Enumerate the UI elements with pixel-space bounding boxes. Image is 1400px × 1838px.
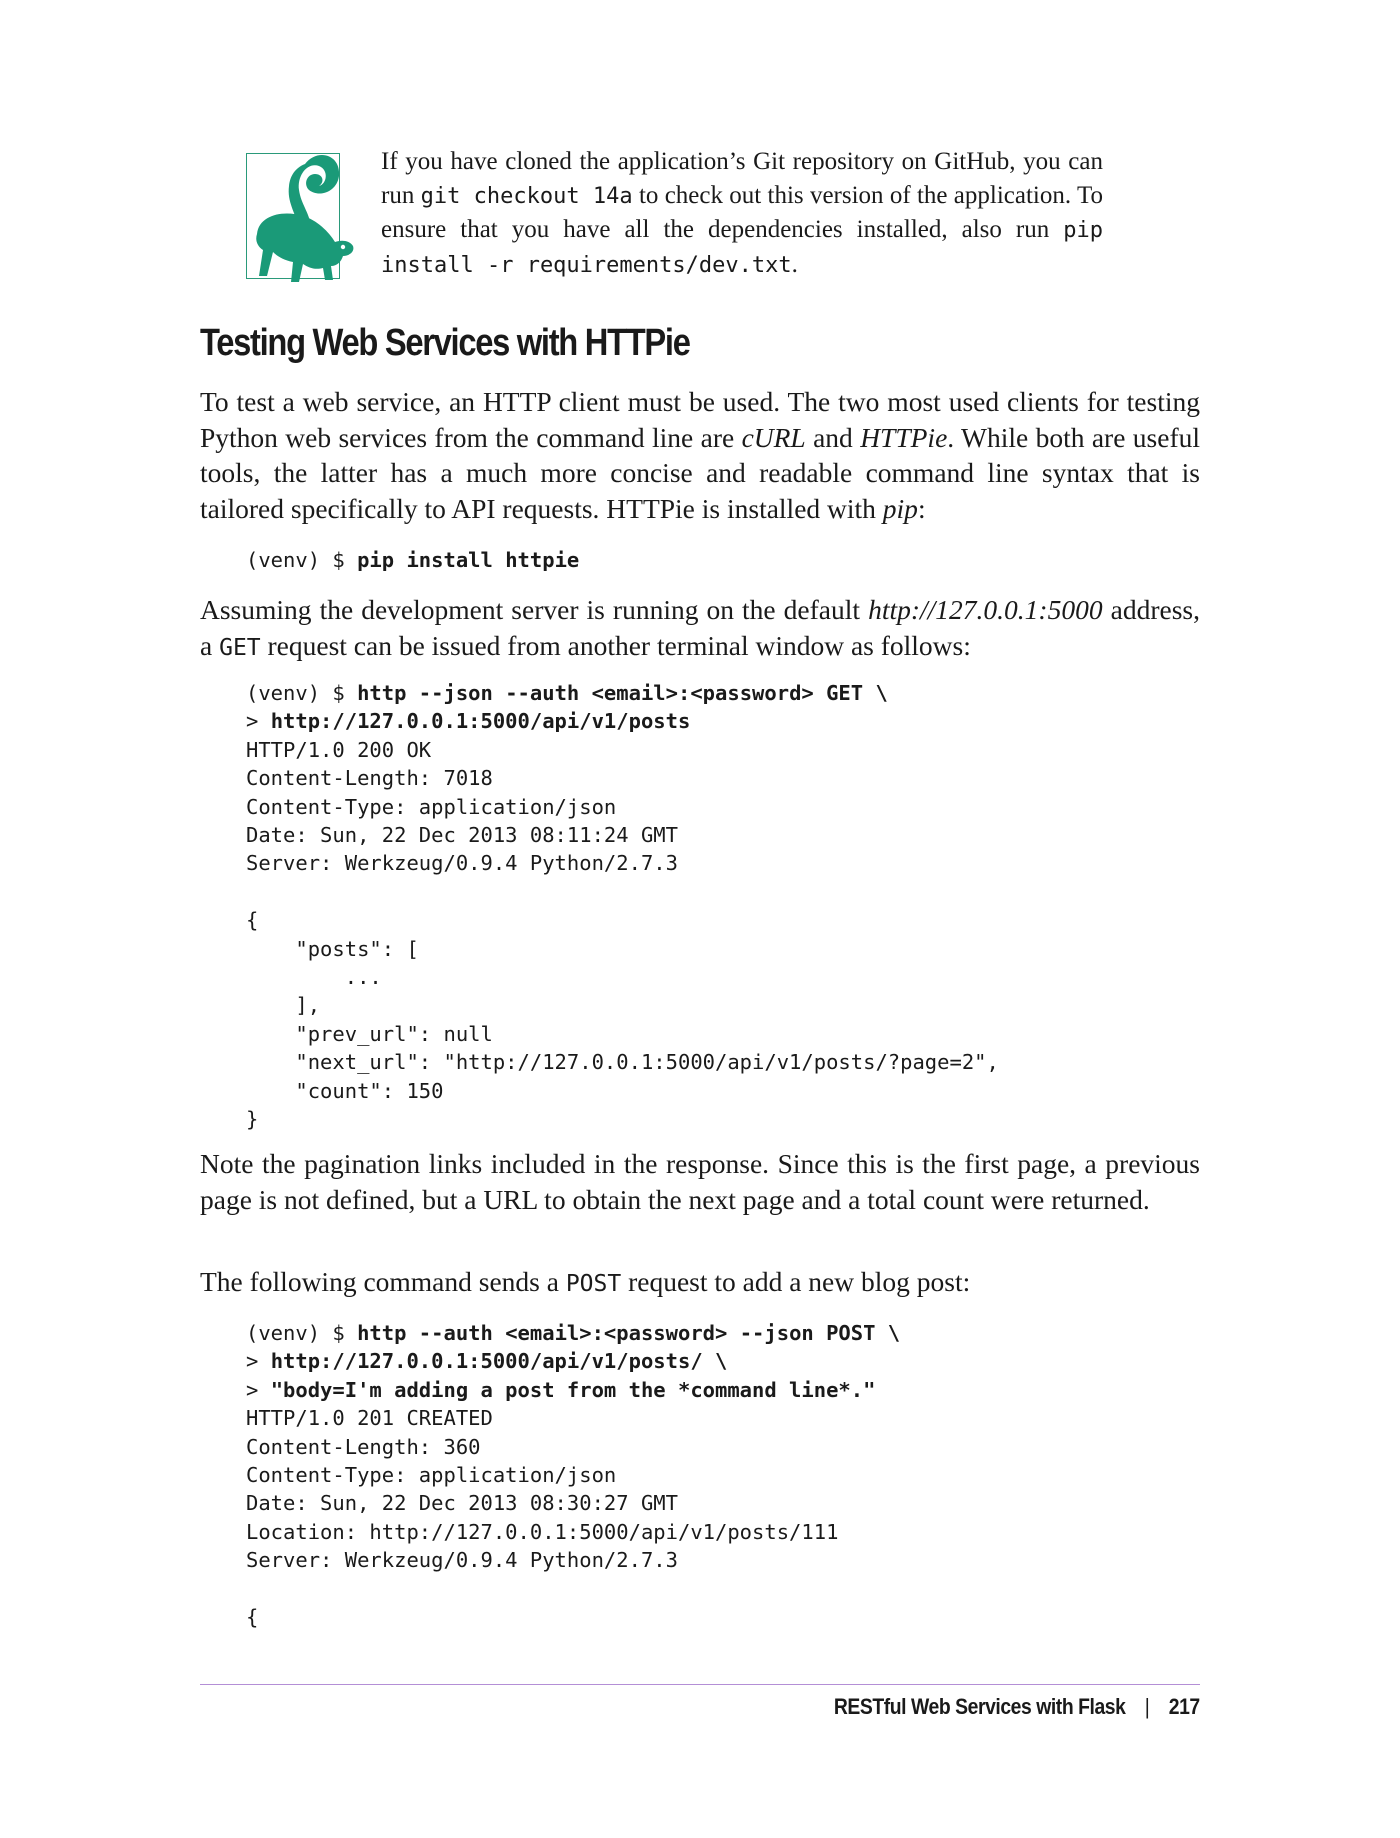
shell-command: "body=I'm adding a post from the *comman…: [270, 1377, 876, 1402]
http-response-output: HTTP/1.0 200 OK Content-Length: 7018 Con…: [246, 737, 999, 1132]
footer-rule: [200, 1684, 1200, 1685]
tip-icon-frame: [246, 153, 354, 282]
text: request to add a new blog post:: [621, 1266, 971, 1297]
inline-code-get: GET: [219, 634, 261, 661]
footer-separator: |: [1145, 1694, 1150, 1719]
running-footer-chapter: RESTful Web Services with Flask: [834, 1694, 1126, 1719]
shell-continuation: >: [246, 709, 271, 734]
tip-code-git-checkout: git checkout 14a: [420, 183, 633, 209]
http-response-output: HTTP/1.0 201 CREATED Content-Length: 360…: [246, 1406, 839, 1630]
code-block-get: (venv) $ http --json --auth <email>:<pas…: [246, 679, 999, 1134]
shell-continuation: >: [246, 1377, 271, 1402]
page-footer: RESTful Web Services with Flask | 217: [834, 1694, 1200, 1720]
emphasis-url: http://127.0.0.1:5000: [868, 594, 1103, 625]
shell-continuation: >: [246, 1349, 271, 1374]
emphasis-httpie: HTTPie: [860, 421, 948, 453]
code-block-install: (venv) $ pip install httpie: [246, 546, 579, 574]
text: Assuming the development server is runni…: [200, 594, 869, 625]
page-number: 217: [1169, 1694, 1200, 1719]
emphasis-pip: pip: [882, 492, 918, 524]
text: :: [917, 492, 926, 524]
paragraph-pagination: Note the pagination links included in th…: [200, 1148, 1200, 1215]
text: and: [805, 421, 861, 453]
tip-text: If you have cloned the application’s Git…: [381, 145, 1103, 282]
shell-command: http://127.0.0.1:5000/api/v1/posts/ \: [270, 1349, 728, 1374]
shell-prompt: (venv) $: [246, 1321, 358, 1345]
text: request can be issued from another termi…: [260, 629, 971, 661]
shell-prompt: (venv) $: [246, 681, 358, 705]
shell-command: http --json --auth <email>:<password> GE…: [357, 681, 888, 705]
tip-text-part: .: [791, 250, 798, 278]
book-page: If you have cloned the application’s Git…: [0, 0, 1400, 1838]
inline-code-post: POST: [565, 1271, 622, 1297]
shell-prompt: (venv) $: [246, 548, 358, 572]
text: The following command sends a: [200, 1266, 566, 1297]
shell-command: pip install httpie: [357, 548, 580, 572]
emphasis-curl: cURL: [741, 421, 806, 453]
tip-box: If you have cloned the application’s Git…: [246, 145, 1104, 295]
code-block-post: (venv) $ http --auth <email>:<password> …: [246, 1319, 900, 1631]
paragraph-intro: To test a web service, an HTTP client mu…: [200, 384, 1200, 526]
section-heading: Testing Web Services with HTTPie: [200, 322, 691, 364]
paragraph-get-request: Assuming the development server is runni…: [200, 592, 1200, 666]
shell-command: http --auth <email>:<password> --json PO…: [357, 1321, 901, 1345]
paragraph-post-request: The following command sends a POST reque…: [200, 1264, 1200, 1303]
shell-command: http://127.0.0.1:5000/api/v1/posts: [270, 709, 691, 734]
lemur-icon: [256, 154, 354, 282]
